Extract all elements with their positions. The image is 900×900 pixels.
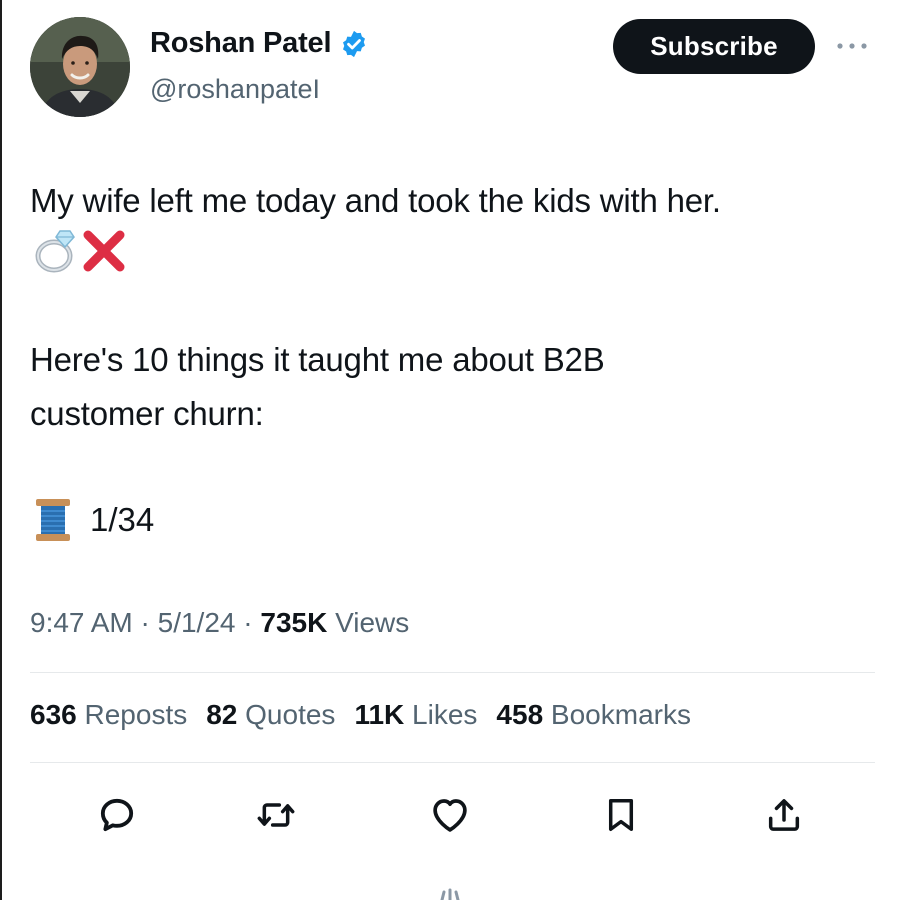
author-handle[interactable]: @roshanpateI <box>150 74 320 105</box>
bookmarks-label: Bookmarks <box>550 699 691 730</box>
thread-count: 1/34 <box>90 501 155 538</box>
tweet-date[interactable]: 5/1/24 <box>158 607 236 638</box>
views-label: Views <box>327 607 410 638</box>
bookmarks-count: 458 <box>496 699 544 730</box>
likes-count: 11K <box>354 699 405 730</box>
reposts-stat[interactable]: 636 Reposts <box>30 699 187 731</box>
quotes-label: Quotes <box>245 699 336 730</box>
thread-spool-emoji-icon <box>36 499 70 541</box>
bookmark-icon <box>608 799 634 831</box>
quotes-stat[interactable]: 82 Quotes <box>206 699 335 731</box>
bookmark-button[interactable] <box>599 793 643 837</box>
reply-button[interactable] <box>95 793 139 837</box>
repost-button[interactable] <box>254 793 298 837</box>
profile-photo-icon <box>30 17 130 117</box>
author-name[interactable]: Roshan Patel <box>150 27 332 60</box>
tweet-emoji-row <box>32 227 126 275</box>
views-count: 735K <box>260 607 328 638</box>
quotes-count: 82 <box>206 699 238 730</box>
repost-icon <box>257 803 295 827</box>
tweet-text-line-3: customer churn: <box>30 395 264 432</box>
engagement-stats: 636 Reposts 82 Quotes 11K Likes 458 Book… <box>30 699 691 731</box>
thread-indicator: 1/34 <box>34 497 154 543</box>
bookmarks-stat[interactable]: 458 Bookmarks <box>496 699 691 731</box>
author-name-row[interactable]: Roshan Patel <box>150 27 369 60</box>
share-icon <box>768 799 800 831</box>
partial-icon <box>440 888 460 900</box>
likes-label: Likes <box>412 699 478 730</box>
divider <box>30 762 875 763</box>
verified-badge-icon <box>343 30 366 57</box>
like-button[interactable] <box>428 793 472 837</box>
like-icon <box>433 799 467 832</box>
meta-separator: · <box>235 607 261 638</box>
tweet-text-line-2: Here's 10 things it taught me about B2B <box>30 341 605 378</box>
likes-stat[interactable]: 11K Likes <box>354 699 477 731</box>
divider <box>30 672 875 673</box>
reposts-label: Reposts <box>84 699 188 730</box>
subscribe-button[interactable]: Subscribe <box>613 19 815 74</box>
tweet-time[interactable]: 9:47 AM <box>30 607 133 638</box>
share-button[interactable] <box>762 793 806 837</box>
avatar[interactable] <box>30 17 130 117</box>
tweet-meta: 9:47 AM · 5/1/24 · 735K Views <box>30 607 409 639</box>
meta-separator: · <box>132 607 158 638</box>
reply-icon <box>100 798 134 832</box>
cross-mark-emoji-icon <box>83 230 125 272</box>
reposts-count: 636 <box>30 699 77 730</box>
ellipsis-icon[interactable] <box>834 40 870 52</box>
tweet-text-line-1: My wife left me today and took the kids … <box>30 182 721 219</box>
ring-emoji-icon <box>35 230 75 273</box>
left-edge-border <box>0 0 2 900</box>
